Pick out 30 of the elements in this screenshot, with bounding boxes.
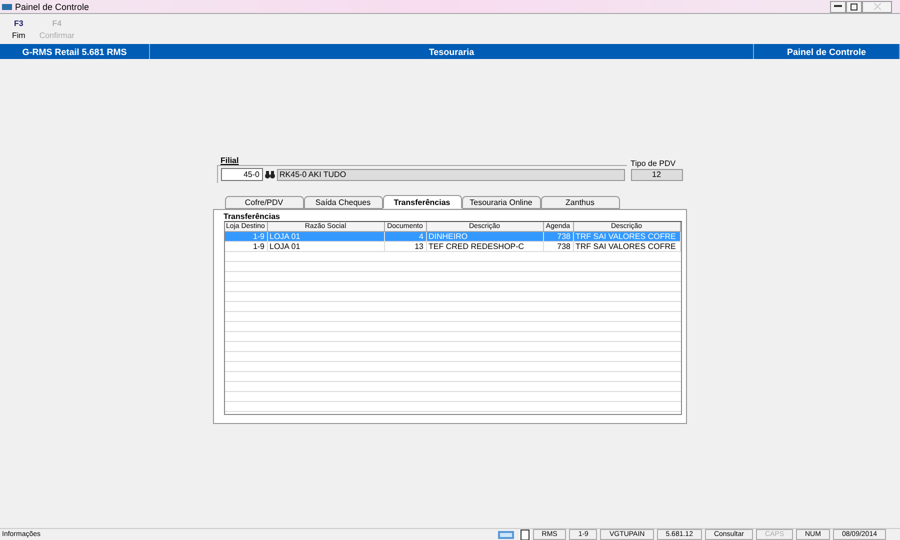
pdv-type-field: 12 (630, 169, 682, 181)
minimize-button[interactable] (830, 0, 846, 12)
minimize-icon (834, 5, 842, 8)
group-title: Filial (220, 156, 240, 165)
clipboard-icon (520, 529, 530, 540)
restore-button[interactable] (846, 0, 862, 12)
pdv-type-label: Tipo de PDV (630, 159, 677, 168)
branch-code-field[interactable]: 45-0 (220, 168, 262, 181)
toolbar-button[interactable]: F3 Fim (10, 19, 28, 44)
table-cell[interactable]: 738 (544, 242, 574, 252)
table-cell[interactable]: 13 (384, 242, 426, 252)
restore-icon (850, 2, 858, 10)
app-version: G-RMS Retail 5.681 RMS (0, 44, 150, 59)
table-cell[interactable]: TRF SAI VALORES COFRE (574, 242, 680, 252)
binoculars-icon[interactable] (264, 170, 274, 178)
screen-title: Painel de Controle (754, 44, 900, 59)
tab[interactable]: Transferências (382, 195, 462, 208)
group-title: Transferências (224, 212, 281, 221)
close-icon (874, 3, 880, 10)
branch-name-field: RK45-0 AKI TUDO (276, 168, 624, 180)
app-icon (2, 4, 12, 10)
module-title: Tesouraria (150, 44, 754, 59)
window-title: Painel de Controle (15, 2, 90, 12)
table-cell[interactable]: TEF CRED REDESHOP-C (426, 242, 544, 252)
table-cell[interactable]: LOJA 01 (268, 242, 384, 252)
computer-icon (496, 530, 516, 540)
tab[interactable]: Cofre/PDV (224, 196, 304, 209)
tab[interactable]: Saída Cheques (304, 196, 382, 209)
tab[interactable]: Zanthus (540, 196, 620, 209)
tab[interactable]: Tesouraria Online (462, 196, 540, 209)
